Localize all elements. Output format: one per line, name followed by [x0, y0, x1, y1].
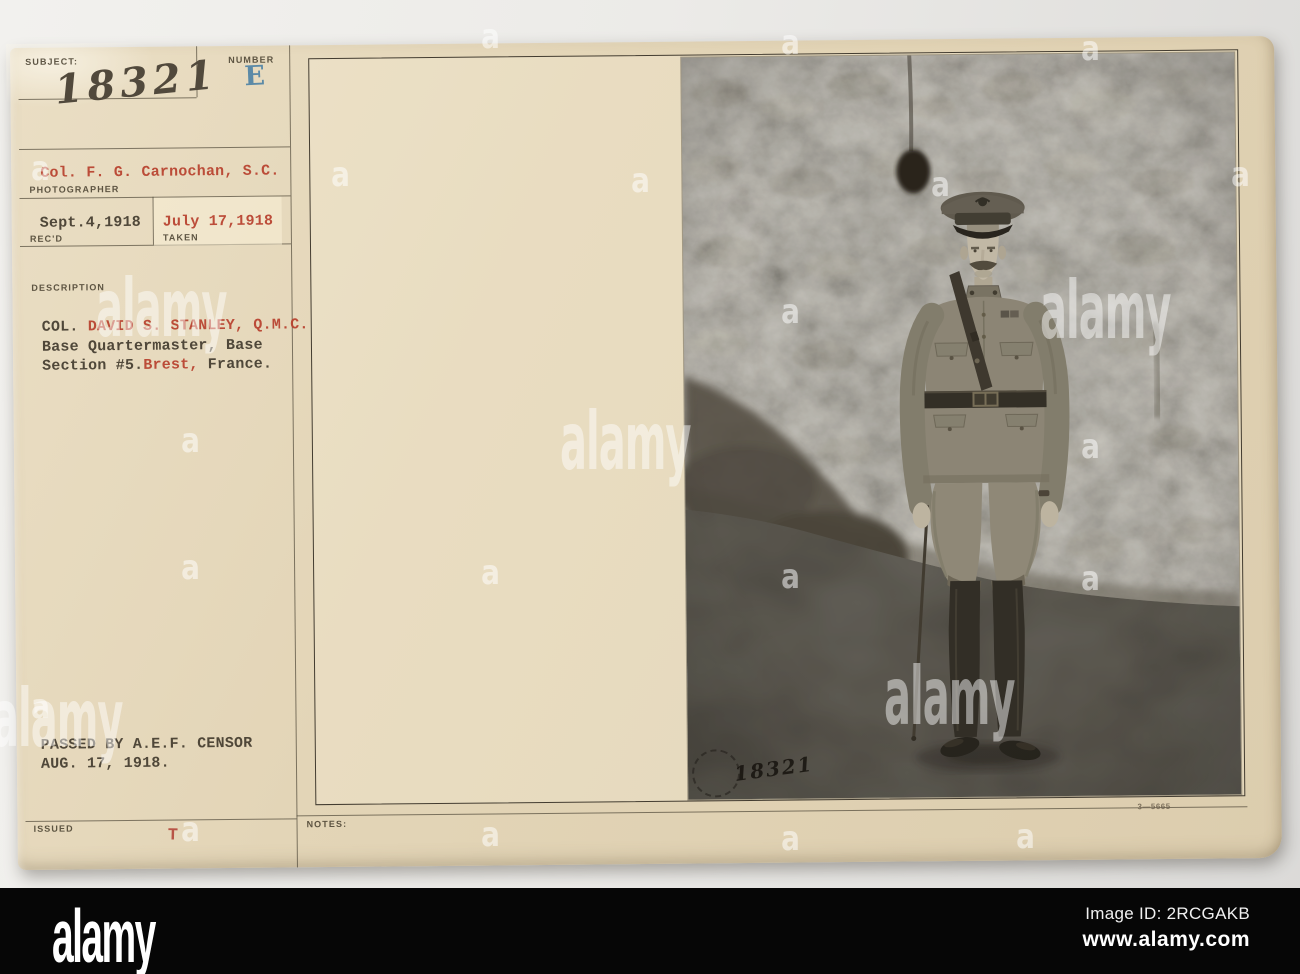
alamy-url: www.alamy.com: [1082, 928, 1250, 951]
footer-bar: alamy Image ID: 2RCGAKB www.alamy.com: [0, 888, 1300, 974]
issued-label: ISSUED: [33, 823, 74, 834]
print-code: 3—5665: [1137, 801, 1171, 812]
alamy-logo: alamy: [52, 894, 156, 974]
rule-above-notes: [296, 806, 1248, 817]
rule-above-issued: [25, 818, 297, 822]
censor-stamp-line-2: AUG. 17, 1918.: [40, 754, 170, 773]
censor-stamp-line-1: PASSED BY A.E.F. CENSOR: [40, 734, 253, 754]
photo: 18321: [681, 52, 1242, 800]
received-date: Sept.4,1918: [39, 213, 142, 232]
description-line-1: COL. DAVID S. STANLEY, Q.M.C.: [41, 316, 309, 336]
description-line-2: Base Quartermaster, Base: [41, 336, 263, 356]
taken-date: July 17,1918: [162, 212, 274, 231]
rule-above-photographer: [19, 146, 291, 151]
number-stamp: E: [243, 60, 266, 93]
image-id: Image ID: 2RCGAKB: [1085, 904, 1250, 923]
scanned-photo-card-page: SUBJECT: 18321 NUMBER E Col. F. G. Carno…: [0, 0, 1300, 974]
archive-card: SUBJECT: 18321 NUMBER E Col. F. G. Carno…: [6, 35, 1282, 871]
photographer-label: PHOTOGRAPHER: [29, 184, 120, 195]
description-label: DESCRIPTION: [31, 282, 106, 293]
notes-label: NOTES:: [306, 818, 348, 830]
photographer-name: Col. F. G. Carnochan, S.C.: [40, 162, 280, 182]
column-divider-line: [289, 45, 298, 868]
issued-stamp: T: [167, 826, 179, 846]
photo-illustration: [681, 52, 1242, 800]
taken-label: TAKEN: [162, 232, 199, 243]
description-line-3: Section #5.Brest, France.: [42, 355, 273, 375]
received-label: REC'D: [29, 233, 64, 244]
